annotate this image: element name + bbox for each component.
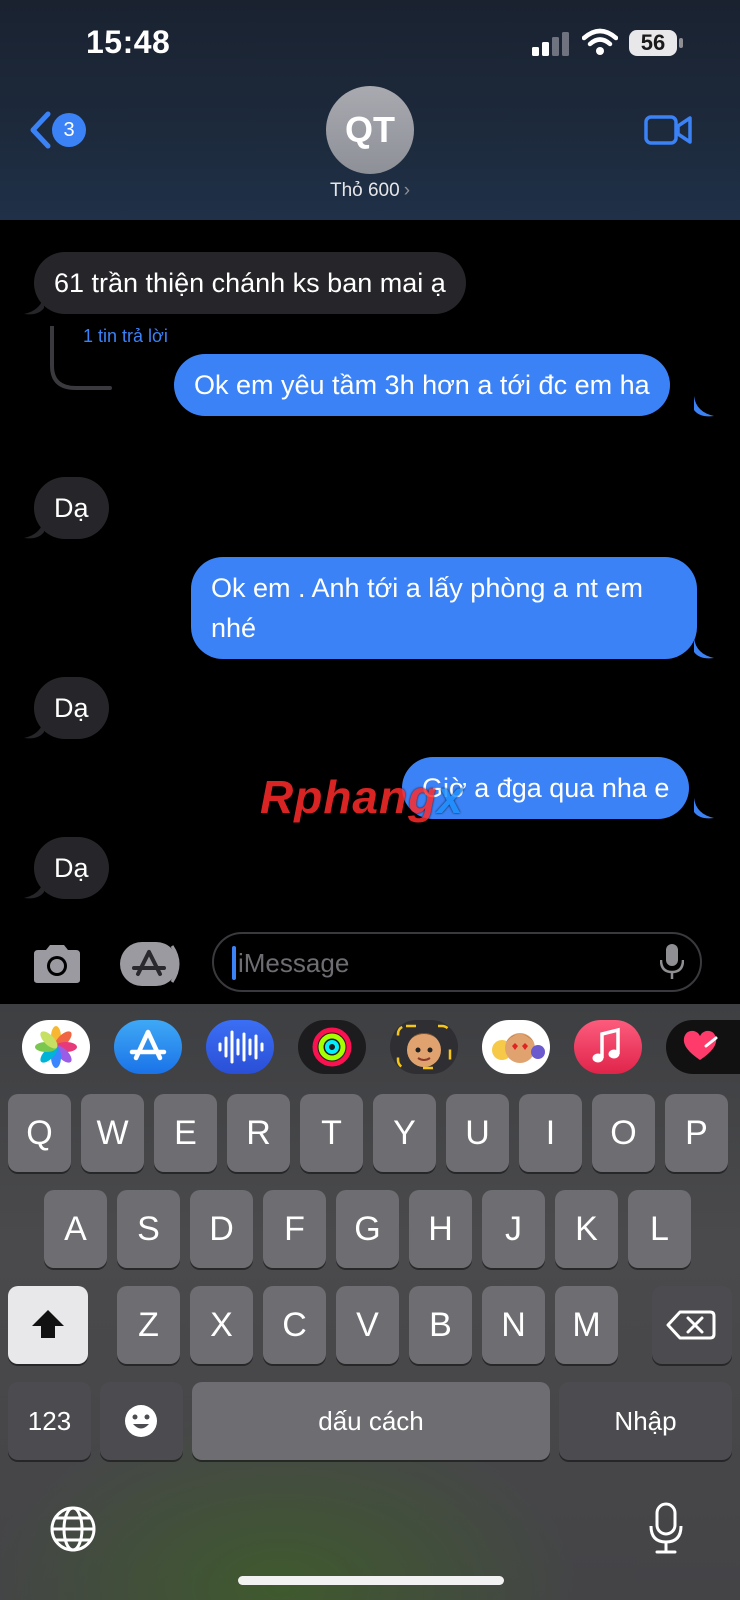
- bubble-tail: [24, 878, 44, 899]
- chevron-left-icon: [30, 111, 51, 149]
- app-store-icon: [120, 942, 180, 986]
- cellular-signal-icon: [532, 32, 569, 56]
- message-bubble-outgoing[interactable]: Ok em yêu tầm 3h hơn a tới đc em ha: [174, 354, 670, 416]
- camera-icon[interactable]: [30, 944, 84, 984]
- message-placeholder: iMessage: [238, 948, 350, 978]
- key-q[interactable]: Q: [8, 1094, 71, 1172]
- bubble-tail: [694, 798, 714, 819]
- bubble-tail: [694, 638, 714, 659]
- bubble-tail: [694, 396, 714, 417]
- home-indicator[interactable]: [238, 1576, 504, 1585]
- key-e[interactable]: E: [154, 1094, 217, 1172]
- dictation-mic-icon[interactable]: [660, 944, 684, 980]
- back-button[interactable]: 3: [28, 108, 90, 152]
- globe-icon[interactable]: [48, 1504, 98, 1554]
- watermark-part2: x: [437, 771, 464, 823]
- shift-key[interactable]: [8, 1286, 88, 1364]
- key-s[interactable]: S: [117, 1190, 180, 1268]
- battery-indicator: 56: [628, 28, 686, 58]
- audio-message-icon[interactable]: [206, 1020, 274, 1074]
- watermark-part1: Rphang: [260, 771, 438, 823]
- key-h[interactable]: H: [409, 1190, 472, 1268]
- message-text: Dạ: [54, 493, 89, 523]
- message-text: Ok em . Anh tới a lấy phòng a nt em nhé: [211, 573, 643, 643]
- watermark-logo: Rphangx: [260, 770, 464, 824]
- digital-touch-icon[interactable]: [666, 1020, 740, 1074]
- message-text: Dạ: [54, 693, 89, 723]
- bubble-tail: [24, 518, 44, 539]
- shift-arrow-icon: [32, 1310, 64, 1338]
- fitness-icon[interactable]: [298, 1020, 366, 1074]
- memoji-icon[interactable]: [390, 1020, 458, 1074]
- message-text: Dạ: [54, 853, 89, 883]
- wifi-icon: [582, 28, 618, 55]
- key-i[interactable]: I: [519, 1094, 582, 1172]
- bubble-tail: [24, 718, 44, 739]
- microphone-icon[interactable]: [648, 1502, 684, 1556]
- key-p[interactable]: P: [665, 1094, 728, 1172]
- return-key[interactable]: Nhập: [559, 1382, 732, 1460]
- bubble-tail: [24, 294, 44, 315]
- key-w[interactable]: W: [81, 1094, 144, 1172]
- numbers-key[interactable]: 123: [8, 1382, 91, 1460]
- key-d[interactable]: D: [190, 1190, 253, 1268]
- key-v[interactable]: V: [336, 1286, 399, 1364]
- reply-count-link[interactable]: 1 tin trả lời: [83, 326, 168, 347]
- key-m[interactable]: M: [555, 1286, 618, 1364]
- key-n[interactable]: N: [482, 1286, 545, 1364]
- text-cursor: [232, 946, 236, 980]
- key-k[interactable]: K: [555, 1190, 618, 1268]
- key-c[interactable]: C: [263, 1286, 326, 1364]
- backspace-icon: [666, 1310, 716, 1340]
- delete-key[interactable]: [652, 1286, 732, 1364]
- emoji-icon: [125, 1405, 157, 1437]
- memoji-stickers-icon[interactable]: [482, 1020, 550, 1074]
- space-key[interactable]: dấu cách: [192, 1382, 550, 1460]
- key-o[interactable]: O: [592, 1094, 655, 1172]
- chevron-right-icon: ›: [403, 180, 411, 201]
- photos-icon[interactable]: [22, 1020, 90, 1074]
- message-bubble-incoming[interactable]: Dạ: [34, 477, 109, 539]
- battery-level: 56: [640, 30, 666, 55]
- message-bubble-outgoing[interactable]: Ok em . Anh tới a lấy phòng a nt em nhé: [191, 557, 697, 659]
- key-y[interactable]: Y: [373, 1094, 436, 1172]
- key-f[interactable]: F: [263, 1190, 326, 1268]
- key-a[interactable]: A: [44, 1190, 107, 1268]
- video-call-icon[interactable]: [644, 112, 692, 148]
- message-text: Ok em yêu tầm 3h hơn a tới đc em ha: [194, 370, 650, 400]
- key-g[interactable]: G: [336, 1190, 399, 1268]
- status-time: 15:48: [86, 24, 171, 60]
- key-b[interactable]: B: [409, 1286, 472, 1364]
- key-t[interactable]: T: [300, 1094, 363, 1172]
- emoji-key[interactable]: [100, 1382, 183, 1460]
- music-icon[interactable]: [574, 1020, 642, 1074]
- app-store-button[interactable]: [120, 942, 184, 986]
- message-bubble-incoming[interactable]: 61 trần thiện chánh ks ban mai ạ: [34, 252, 466, 314]
- message-text: 61 trần thiện chánh ks ban mai ạ: [54, 268, 446, 298]
- message-bubble-incoming[interactable]: Dạ: [34, 837, 109, 899]
- contact-name[interactable]: Thỏ 600 ›: [0, 180, 740, 202]
- key-u[interactable]: U: [446, 1094, 509, 1172]
- key-x[interactable]: X: [190, 1286, 253, 1364]
- contact-name-label: Thỏ 600: [329, 180, 400, 201]
- key-r[interactable]: R: [227, 1094, 290, 1172]
- message-bubble-incoming[interactable]: Dạ: [34, 677, 109, 739]
- unread-count-badge: 3: [52, 113, 86, 147]
- key-z[interactable]: Z: [117, 1286, 180, 1364]
- app-store-icon[interactable]: [114, 1020, 182, 1074]
- key-j[interactable]: J: [482, 1190, 545, 1268]
- contact-avatar[interactable]: QT: [326, 86, 414, 174]
- key-l[interactable]: L: [628, 1190, 691, 1268]
